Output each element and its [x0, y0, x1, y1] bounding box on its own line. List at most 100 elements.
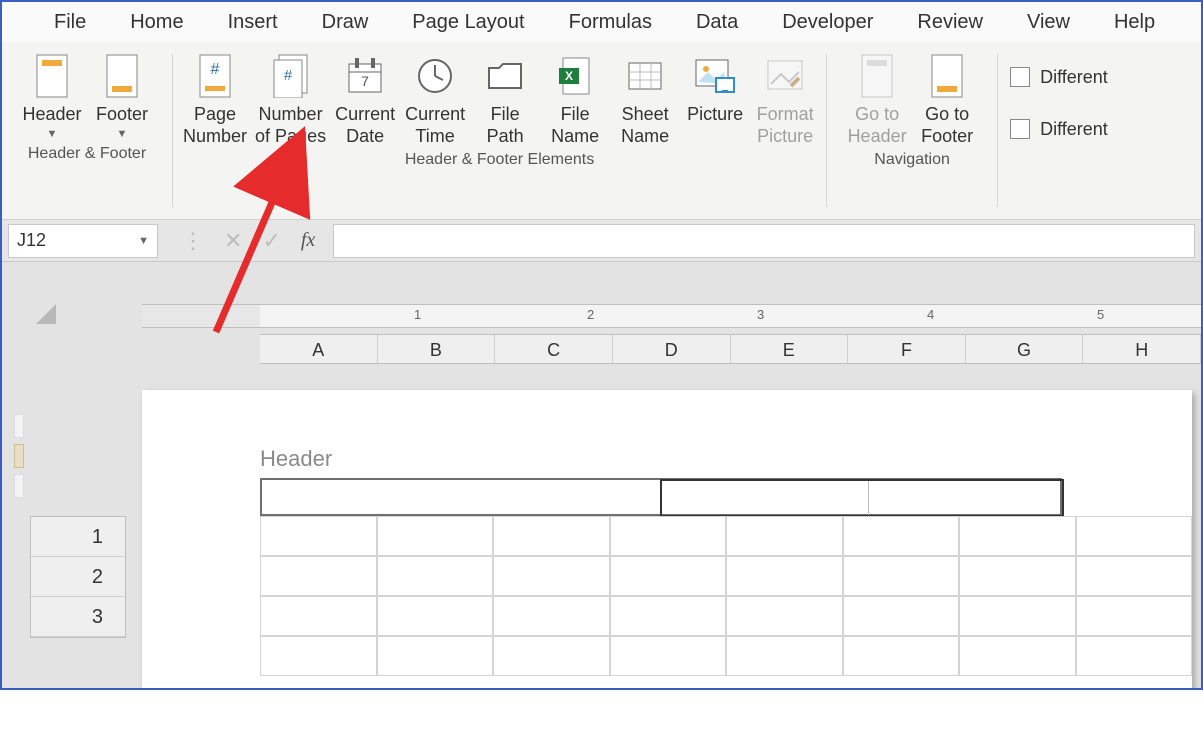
sheet-area: 1 2 3 4 5 A B C D E F G H Header: [2, 262, 1201, 688]
current-date-button[interactable]: 7 Current Date: [330, 48, 400, 147]
current-time-button[interactable]: Current Time: [400, 48, 470, 147]
menu-bar: File Home Insert Draw Page Layout Formul…: [2, 2, 1201, 42]
footer-button[interactable]: Footer ▼: [87, 48, 157, 141]
header-region[interactable]: [260, 478, 1062, 516]
ruler-tick: 4: [927, 307, 934, 322]
enter-icon[interactable]: ✓: [262, 228, 280, 254]
number-of-pages-icon: #: [269, 54, 313, 98]
different-first-checkbox[interactable]: Different: [1004, 60, 1108, 94]
row-header[interactable]: 3: [31, 597, 125, 637]
row-header[interactable]: 1: [31, 517, 125, 557]
menu-review[interactable]: Review: [895, 11, 1005, 34]
chevron-down-icon: ▼: [117, 128, 128, 141]
header-center-section[interactable]: [660, 479, 1064, 517]
number-of-pages-label: Number of Pages: [255, 104, 326, 147]
ruler-tick: 2: [587, 307, 594, 322]
table-row[interactable]: [260, 596, 1192, 636]
svg-text:X: X: [565, 69, 573, 83]
page-gutter: [14, 414, 26, 504]
different-odd-even-checkbox[interactable]: Different: [1004, 112, 1108, 146]
sheet-name-button[interactable]: Sheet Name: [610, 48, 680, 147]
current-time-label: Current Time: [405, 104, 465, 147]
clock-icon: [413, 54, 457, 98]
file-name-label: File Name: [551, 104, 599, 147]
column-header[interactable]: G: [966, 335, 1084, 363]
goto-footer-icon: [925, 54, 969, 98]
gutter-mark-selected: [14, 444, 24, 468]
goto-header-icon: [855, 54, 899, 98]
gutter-mark: [14, 474, 24, 498]
menu-view[interactable]: View: [1005, 11, 1092, 34]
cell-grid[interactable]: [260, 516, 1192, 688]
chevron-down-icon: ▼: [138, 235, 149, 247]
svg-text:#: #: [211, 61, 220, 78]
file-path-button[interactable]: File Path: [470, 48, 540, 147]
different-first-label: Different: [1040, 67, 1108, 88]
format-picture-button: Format Picture: [750, 48, 820, 147]
file-path-label: File Path: [487, 104, 524, 147]
group-label-header-footer: Header & Footer: [28, 141, 146, 169]
formula-controls: ⋮ ✕ ✓ fx: [168, 228, 333, 254]
table-row[interactable]: [260, 516, 1192, 556]
group-options: Different Different: [998, 42, 1114, 219]
svg-text:#: #: [283, 67, 292, 84]
drag-handle-icon[interactable]: ⋮: [182, 228, 204, 254]
formula-input[interactable]: [333, 224, 1195, 258]
gutter-mark: [14, 414, 24, 438]
column-header[interactable]: C: [495, 335, 613, 363]
picture-icon: [693, 54, 737, 98]
fx-icon[interactable]: fx: [301, 229, 315, 252]
menu-home[interactable]: Home: [108, 11, 205, 34]
format-picture-label: Format Picture: [757, 104, 814, 147]
calendar-icon: 7: [343, 54, 387, 98]
column-header[interactable]: D: [613, 335, 731, 363]
menu-page-layout[interactable]: Page Layout: [390, 11, 546, 34]
sheet-icon: [623, 54, 667, 98]
number-of-pages-button[interactable]: # Number of Pages: [251, 48, 330, 147]
menu-help[interactable]: Help: [1092, 11, 1177, 34]
format-picture-icon: [763, 54, 807, 98]
formula-bar: J12 ▼ ⋮ ✕ ✓ fx: [2, 220, 1201, 262]
ruler-tick: 3: [757, 307, 764, 322]
menu-data[interactable]: Data: [674, 11, 760, 34]
menu-formulas[interactable]: Formulas: [547, 11, 674, 34]
current-date-label: Current Date: [335, 104, 395, 147]
picture-button[interactable]: Picture: [680, 48, 750, 147]
goto-footer-button[interactable]: Go to Footer: [912, 48, 982, 147]
menu-draw[interactable]: Draw: [300, 11, 391, 34]
column-header[interactable]: A: [260, 335, 378, 363]
menu-insert[interactable]: Insert: [206, 11, 300, 34]
checkbox-icon: [1010, 67, 1030, 87]
menu-developer[interactable]: Developer: [760, 11, 895, 34]
group-navigation: Go to Header Go to Footer Navigation: [827, 42, 997, 219]
group-label-navigation: Navigation: [874, 147, 950, 175]
column-header[interactable]: H: [1083, 335, 1201, 363]
column-headers: A B C D E F G H: [260, 334, 1201, 364]
excel-file-icon: X: [553, 54, 597, 98]
row-headers: 1 2 3: [30, 516, 126, 638]
page-number-button[interactable]: # Page Number: [179, 48, 251, 147]
select-all-icon[interactable]: [36, 304, 56, 324]
header-button[interactable]: Header ▼: [17, 48, 87, 141]
row-header[interactable]: 2: [31, 557, 125, 597]
column-header[interactable]: B: [378, 335, 496, 363]
footer-label: Footer: [96, 104, 148, 126]
table-row[interactable]: [260, 636, 1192, 676]
cancel-icon[interactable]: ✕: [224, 228, 242, 254]
header-icon: [30, 54, 74, 98]
goto-header-button: Go to Header: [842, 48, 912, 147]
svg-text:7: 7: [361, 73, 369, 89]
menu-file[interactable]: File: [32, 11, 108, 34]
footer-icon: [100, 54, 144, 98]
name-box[interactable]: J12 ▼: [8, 224, 158, 258]
group-label-elements: Header & Footer Elements: [405, 147, 594, 175]
table-row[interactable]: [260, 556, 1192, 596]
group-elements: # Page Number # Number of Pages 7 Curren…: [173, 42, 826, 219]
ribbon: Header ▼ Footer ▼ Header & Footer # Page…: [2, 42, 1201, 220]
horizontal-ruler: 1 2 3 4 5: [142, 304, 1201, 328]
column-header[interactable]: E: [731, 335, 849, 363]
sheet-name-label: Sheet Name: [621, 104, 669, 147]
column-header[interactable]: F: [848, 335, 966, 363]
file-name-button[interactable]: X File Name: [540, 48, 610, 147]
header-label: Header: [22, 104, 81, 126]
